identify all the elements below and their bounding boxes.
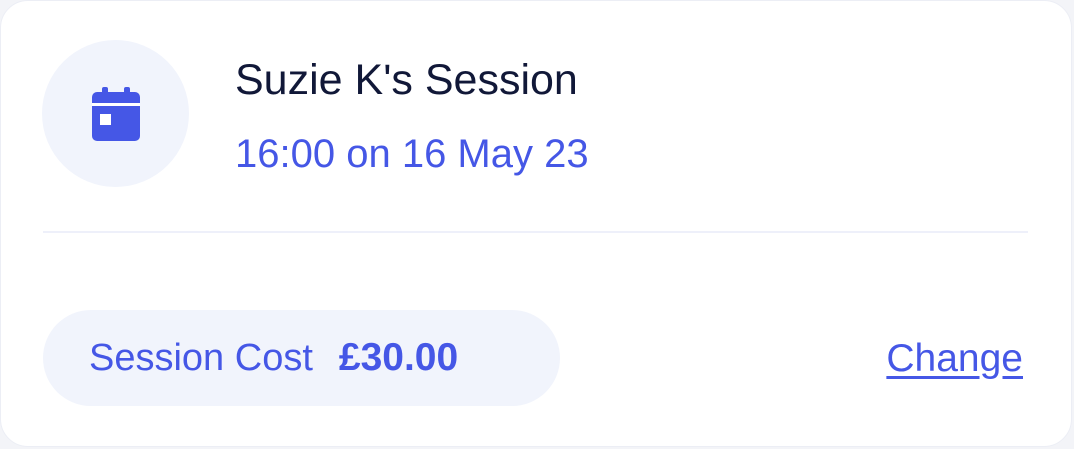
calendar-icon bbox=[91, 86, 140, 141]
calendar-icon-badge bbox=[42, 40, 189, 187]
session-title: Suzie K's Session bbox=[235, 56, 578, 104]
session-card: Suzie K's Session 16:00 on 16 May 23 Ses… bbox=[0, 0, 1072, 447]
change-link[interactable]: Change bbox=[886, 335, 1023, 383]
session-datetime: 16:00 on 16 May 23 bbox=[235, 132, 589, 176]
divider bbox=[43, 231, 1028, 233]
session-cost-label: Session Cost bbox=[89, 336, 313, 379]
session-cost-value: £30.00 bbox=[338, 336, 459, 379]
session-cost-pill: Session Cost £30.00 bbox=[43, 310, 560, 406]
